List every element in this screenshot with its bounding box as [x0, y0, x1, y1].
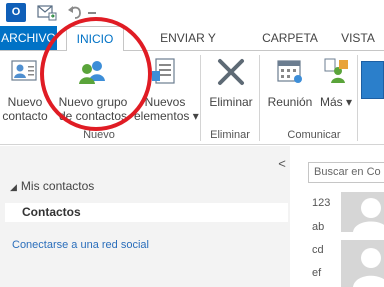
new-contact-label-line2: contacto: [2, 109, 48, 123]
new-contact-group-label-line2: de contactos: [58, 109, 128, 123]
person-placeholder-icon: [353, 248, 384, 287]
search-contacts-input[interactable]: Buscar en Co: [308, 162, 384, 183]
new-items-button[interactable]: Nuevos elementos ▾: [134, 51, 199, 129]
new-contact-button[interactable]: Nuevo contacto: [0, 51, 50, 129]
tab-carpeta[interactable]: CARPETA: [255, 26, 325, 50]
calendar-meeting-icon: [276, 57, 304, 90]
ribbon-separator: [200, 55, 201, 141]
collapse-pane-icon[interactable]: <: [276, 156, 288, 172]
ribbon: Nuevo contacto Nuevo grupo de contactos …: [0, 50, 384, 145]
new-items-icon: [150, 57, 180, 90]
undo-icon[interactable]: [67, 3, 83, 21]
connect-social-network-link[interactable]: Conectarse a una red social: [12, 238, 149, 252]
more-button[interactable]: Más ▾: [318, 51, 354, 129]
more-label: Más ▾: [318, 95, 354, 110]
chevron-down-icon: ▾: [345, 95, 353, 109]
new-contact-label-line1: Nuevo: [7, 95, 43, 109]
ribbon-separator: [357, 55, 358, 141]
meeting-label: Reunión: [267, 95, 313, 109]
more-people-icon: [322, 57, 350, 90]
index-item-ef[interactable]: ef: [312, 267, 321, 279]
index-item-cd[interactable]: cd: [312, 244, 324, 256]
delete-button[interactable]: Eliminar: [205, 51, 257, 129]
delete-x-icon: [216, 57, 246, 90]
qat-customize-icon[interactable]: [88, 12, 96, 14]
tab-enviar-y-recibir[interactable]: ENVIAR Y RECIBIR: [136, 26, 240, 69]
my-contacts-header[interactable]: ◢ Mis contactos: [10, 178, 94, 195]
title-bar: O: [0, 0, 384, 26]
contact-group-icon: [76, 57, 110, 90]
outlook-icon[interactable]: O: [6, 3, 26, 22]
ribbon-group-nuevo-label: Nuevo: [83, 129, 115, 141]
new-contact-group-button[interactable]: Nuevo grupo de contactos: [50, 51, 136, 129]
contact-card-icon: [10, 57, 40, 90]
contact-card[interactable]: [341, 192, 384, 232]
expand-triangle-icon: ◢: [10, 182, 17, 192]
tab-archivo[interactable]: ARCHIVO: [0, 26, 57, 50]
tab-inicio[interactable]: INICIO: [66, 26, 124, 51]
delete-label: Eliminar: [209, 95, 253, 109]
new-items-label-line2: elementos ▾: [134, 109, 199, 123]
folder-item-contactos[interactable]: Contactos: [5, 203, 288, 222]
more-label-text: Más: [319, 95, 343, 109]
ribbon-group-eliminar-label: Eliminar: [210, 129, 250, 141]
new-items-label-line1: Nuevos: [144, 95, 186, 109]
ribbon-tabs: ARCHIVO INICIO ENVIAR Y RECIBIR CARPETA …: [0, 26, 384, 69]
ribbon-group-comunicar-label: Comunicar: [287, 129, 341, 141]
my-contacts-label: Mis contactos: [20, 179, 95, 193]
index-item-123[interactable]: 123: [312, 197, 330, 209]
index-item-ab[interactable]: ab: [312, 221, 324, 233]
new-contact-group-label-line1: Nuevo grupo: [58, 95, 128, 109]
ribbon-overflow-button[interactable]: [361, 61, 384, 99]
ribbon-separator: [259, 55, 260, 141]
person-placeholder-icon: [353, 198, 384, 232]
contact-card[interactable]: [341, 240, 384, 287]
meeting-button[interactable]: Reunión: [263, 51, 317, 129]
tab-vista[interactable]: VISTA: [336, 26, 380, 50]
send-receive-all-icon[interactable]: [37, 3, 57, 22]
